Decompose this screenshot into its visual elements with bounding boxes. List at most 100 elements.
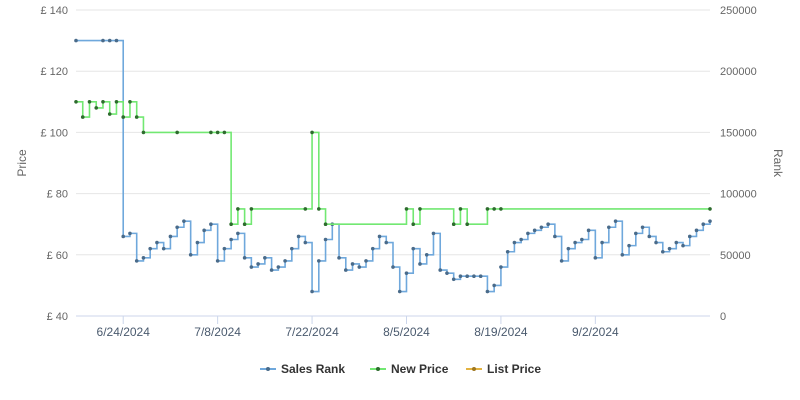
x-tick-label: 8/19/2024 <box>474 325 528 339</box>
data-point <box>505 249 510 254</box>
data-point <box>674 240 679 245</box>
data-point <box>391 265 395 269</box>
data-point <box>209 130 213 135</box>
data-point <box>364 259 368 263</box>
series-line-sales-rank <box>76 39 711 293</box>
data-point <box>263 256 267 260</box>
data-point <box>249 265 254 269</box>
y-left-tick-label: £ 80 <box>47 189 68 201</box>
data-point <box>458 274 463 279</box>
data-point <box>222 130 227 135</box>
data-point <box>290 246 294 251</box>
x-tick-label: 8/5/2024 <box>383 325 430 339</box>
data-point <box>343 268 348 272</box>
legend-label: Sales Rank <box>281 362 345 376</box>
x-tick-label: 7/22/2024 <box>285 325 339 339</box>
data-point <box>667 246 672 251</box>
data-point <box>128 231 132 236</box>
data-point <box>573 240 577 245</box>
data-point <box>107 112 112 116</box>
data-point <box>303 207 308 211</box>
data-point <box>431 231 436 236</box>
y-right-tick-label: 150000 <box>720 127 757 139</box>
x-tick-label: 9/2/2024 <box>572 325 619 339</box>
data-point <box>101 100 105 104</box>
y-left-tick-label: £ 40 <box>47 311 68 323</box>
data-point <box>188 253 193 257</box>
data-point <box>357 265 362 269</box>
data-point <box>485 207 490 211</box>
y-axis-right-title: Rank <box>771 149 785 178</box>
data-point <box>121 234 126 239</box>
data-point <box>195 240 200 245</box>
y-right-tick-label: 0 <box>720 311 726 323</box>
data-point <box>202 228 206 233</box>
data-point <box>451 222 456 226</box>
data-point <box>418 262 422 266</box>
data-point <box>404 207 409 211</box>
data-point <box>600 240 604 245</box>
data-point <box>256 262 260 266</box>
data-point <box>627 243 631 248</box>
data-point <box>694 228 699 233</box>
data-point <box>222 246 227 251</box>
data-point <box>580 237 584 242</box>
data-point <box>708 207 712 211</box>
data-point <box>586 228 591 233</box>
legend-item-new-price[interactable]: New Price <box>370 362 449 376</box>
data-point <box>317 259 321 263</box>
data-point <box>215 259 220 263</box>
data-point <box>182 219 186 223</box>
data-point <box>323 237 328 242</box>
data-point <box>492 283 496 288</box>
data-point <box>559 259 564 263</box>
data-point <box>418 207 422 211</box>
data-point <box>155 240 159 245</box>
data-point <box>121 115 126 119</box>
data-point <box>553 234 557 239</box>
data-point <box>74 38 78 43</box>
data-point <box>134 115 139 119</box>
y-axis-left-title: Price <box>15 149 29 177</box>
data-point <box>377 234 382 239</box>
legend-swatch-marker <box>266 367 270 371</box>
data-point <box>134 259 139 263</box>
data-point <box>94 106 99 110</box>
data-point <box>384 240 389 245</box>
data-point <box>107 38 112 43</box>
legend-item-sales-rank[interactable]: Sales Rank <box>260 362 345 376</box>
data-point <box>242 222 247 226</box>
legend-item-list-price[interactable]: List Price <box>466 362 541 376</box>
data-point <box>485 289 490 294</box>
data-point <box>640 225 645 230</box>
data-point <box>445 271 449 275</box>
data-point <box>526 231 530 236</box>
data-point <box>269 268 274 272</box>
data-point <box>451 277 456 282</box>
data-point <box>229 222 233 226</box>
data-point <box>499 207 503 211</box>
data-point <box>283 259 287 263</box>
data-point <box>654 240 658 245</box>
data-point <box>229 237 233 242</box>
data-point <box>424 253 429 257</box>
data-point <box>438 268 443 272</box>
data-point <box>607 225 611 230</box>
y-right-tick-label: 100000 <box>720 189 757 201</box>
y-left-tick-label: £ 140 <box>40 5 68 17</box>
data-point <box>242 256 247 260</box>
data-point <box>660 249 665 254</box>
data-point <box>317 207 321 211</box>
data-point <box>613 219 618 223</box>
data-point <box>80 115 85 119</box>
data-point <box>478 274 483 279</box>
data-point <box>708 219 712 223</box>
legend[interactable]: Sales Rank New Price List Price <box>260 362 541 376</box>
y-right-tick-label: 200000 <box>720 66 757 78</box>
y-right-tick-label: 50000 <box>720 250 751 262</box>
y-left-tick-label: £ 100 <box>40 127 68 139</box>
data-point <box>647 234 652 239</box>
data-point <box>512 240 517 245</box>
data-point <box>128 100 132 104</box>
data-point <box>411 246 416 251</box>
